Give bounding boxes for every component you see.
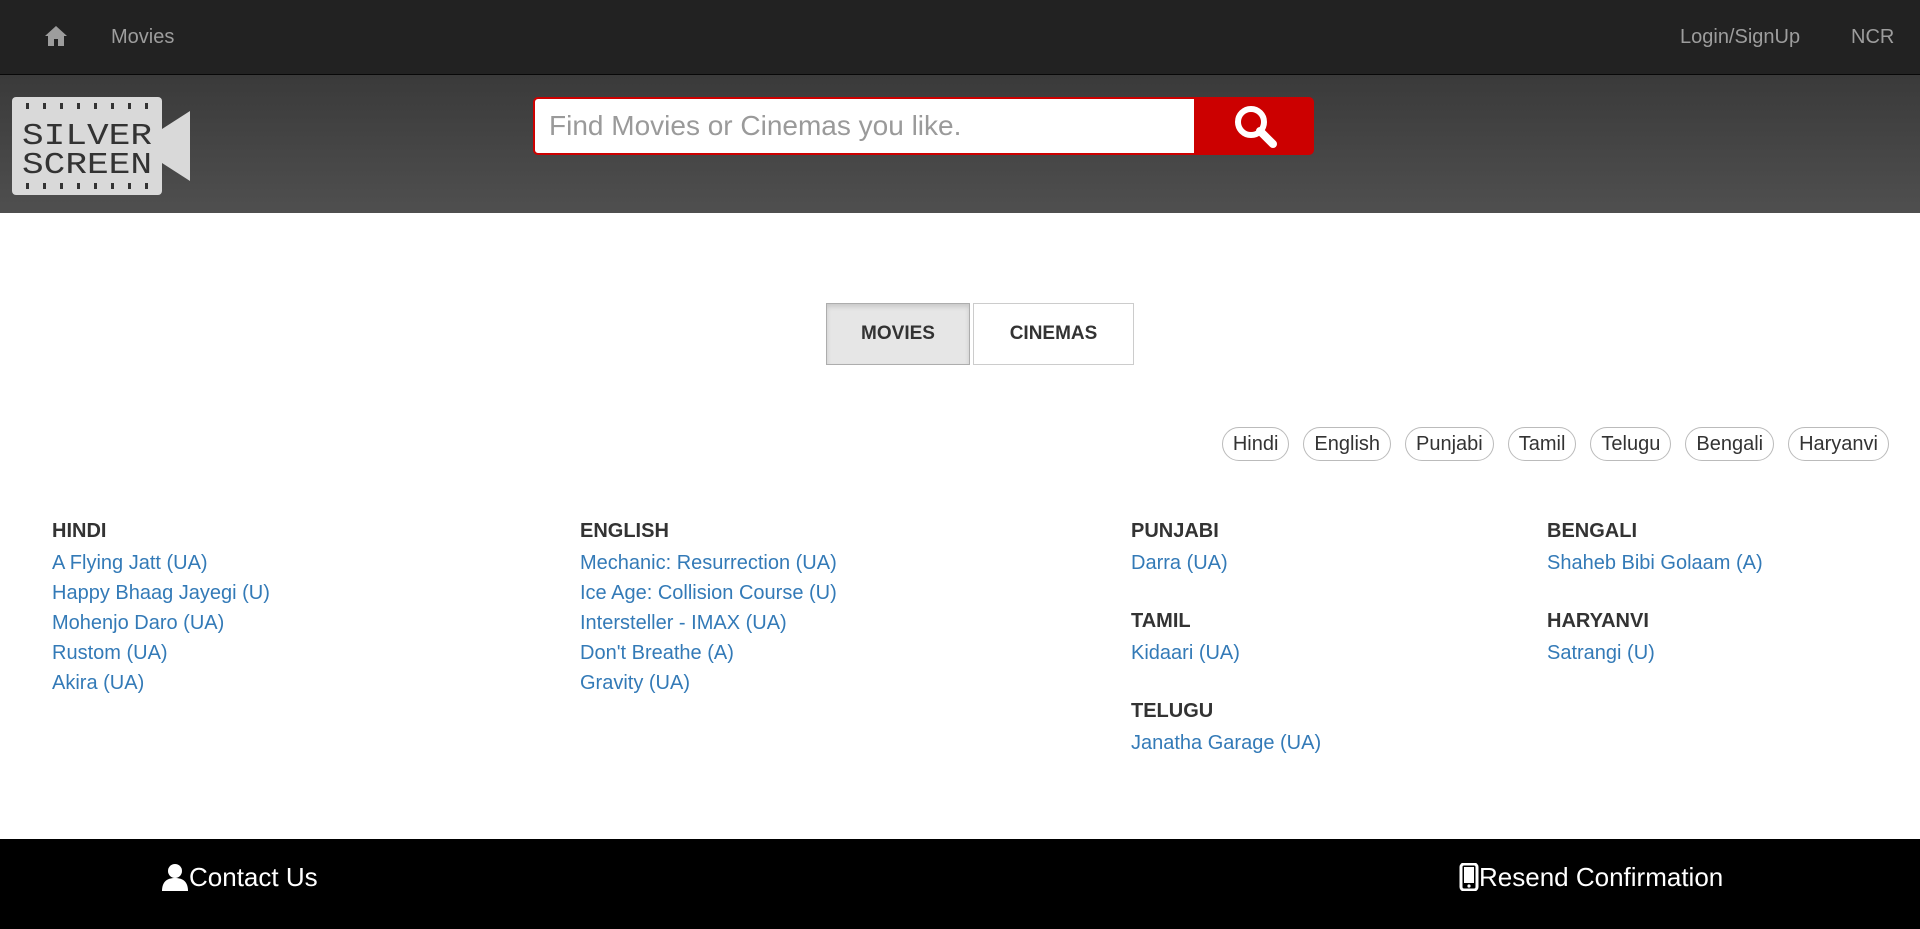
group-heading-haryanvi: HARYANVI xyxy=(1547,610,1649,632)
movie-link[interactable]: Janatha Garage (UA) xyxy=(1131,728,1321,758)
language-chip-haryanvi[interactable]: Haryanvi xyxy=(1788,427,1889,461)
user-icon xyxy=(162,864,188,891)
english-movie-group: ENGLISH Mechanic: Resurrection (UA) Ice … xyxy=(580,518,837,698)
movie-link[interactable]: Kidaari (UA) xyxy=(1131,638,1240,668)
movie-link[interactable]: A Flying Jatt (UA) xyxy=(52,548,270,578)
language-chip-hindi[interactable]: Hindi xyxy=(1221,427,1290,461)
language-chip-telugu[interactable]: Telugu xyxy=(1590,427,1672,461)
search-input[interactable] xyxy=(533,97,1196,155)
nav-movies-link[interactable]: Movies xyxy=(111,0,174,75)
resend-confirmation-link[interactable]: Resend Confirmation xyxy=(1459,839,1723,929)
login-signup-link[interactable]: Login/SignUp xyxy=(1680,0,1800,75)
movie-link[interactable]: Satrangi (U) xyxy=(1547,638,1655,668)
movie-link[interactable]: Rustom (UA) xyxy=(52,638,270,668)
group-heading-telugu: TELUGU xyxy=(1131,700,1214,722)
language-chip-bengali[interactable]: Bengali xyxy=(1685,427,1775,461)
cinemas-tab-button[interactable]: CINEMAS xyxy=(973,303,1134,365)
home-icon[interactable] xyxy=(44,25,68,47)
telugu-movie-group: TELUGU Janatha Garage (UA) xyxy=(1131,698,1321,758)
contact-us-link[interactable]: Contact Us xyxy=(161,839,318,929)
movie-link[interactable]: Happy Bhaag Jayegi (U) xyxy=(52,578,270,608)
search-icon xyxy=(1235,106,1277,148)
language-chip-english[interactable]: English xyxy=(1303,427,1392,461)
movie-link[interactable]: Akira (UA) xyxy=(52,668,270,698)
contact-us-label: Contact Us xyxy=(189,861,318,892)
movie-link[interactable]: Gravity (UA) xyxy=(580,668,837,698)
top-navbar: Movies Login/SignUp NCR xyxy=(0,0,1920,75)
hindi-movie-group: HINDI A Flying Jatt (UA) Happy Bhaag Jay… xyxy=(52,518,270,698)
logo-line-2: SCREEN xyxy=(22,148,152,183)
group-heading-hindi: HINDI xyxy=(52,520,107,542)
group-heading-english: ENGLISH xyxy=(580,520,669,542)
haryanvi-movie-group: HARYANVI Satrangi (U) xyxy=(1547,608,1655,668)
mobile-phone-icon xyxy=(1459,863,1479,891)
resend-confirmation-label: Resend Confirmation xyxy=(1479,861,1724,892)
language-chip-tamil[interactable]: Tamil xyxy=(1507,427,1577,461)
city-selector[interactable]: NCR xyxy=(1851,0,1894,75)
group-heading-punjabi: PUNJABI xyxy=(1131,520,1219,542)
footer: Contact Us Resend Confirmation xyxy=(0,839,1920,929)
language-chip-punjabi[interactable]: Punjabi xyxy=(1405,427,1494,461)
language-filter-chips: Hindi English Punjabi Tamil Telugu Benga… xyxy=(1221,427,1889,461)
silver-screen-logo[interactable]: SILVER SCREEN xyxy=(12,97,190,195)
search-button[interactable] xyxy=(1196,97,1314,155)
movie-link[interactable]: Ice Age: Collision Course (U) xyxy=(580,578,837,608)
movie-link[interactable]: Shaheb Bibi Golaam (A) xyxy=(1547,548,1763,578)
tamil-movie-group: TAMIL Kidaari (UA) xyxy=(1131,608,1240,668)
punjabi-movie-group: PUNJABI Darra (UA) xyxy=(1131,518,1228,578)
movie-link[interactable]: Mohenjo Daro (UA) xyxy=(52,608,270,638)
bengali-movie-group: BENGALI Shaheb Bibi Golaam (A) xyxy=(1547,518,1763,578)
group-heading-bengali: BENGALI xyxy=(1547,520,1637,542)
movie-link[interactable]: Intersteller - IMAX (UA) xyxy=(580,608,837,638)
movie-link[interactable]: Don't Breathe (A) xyxy=(580,638,837,668)
movie-link[interactable]: Darra (UA) xyxy=(1131,548,1228,578)
group-heading-tamil: TAMIL xyxy=(1131,610,1191,632)
movie-link[interactable]: Mechanic: Resurrection (UA) xyxy=(580,548,837,578)
movies-tab-button[interactable]: MOVIES xyxy=(826,303,970,365)
